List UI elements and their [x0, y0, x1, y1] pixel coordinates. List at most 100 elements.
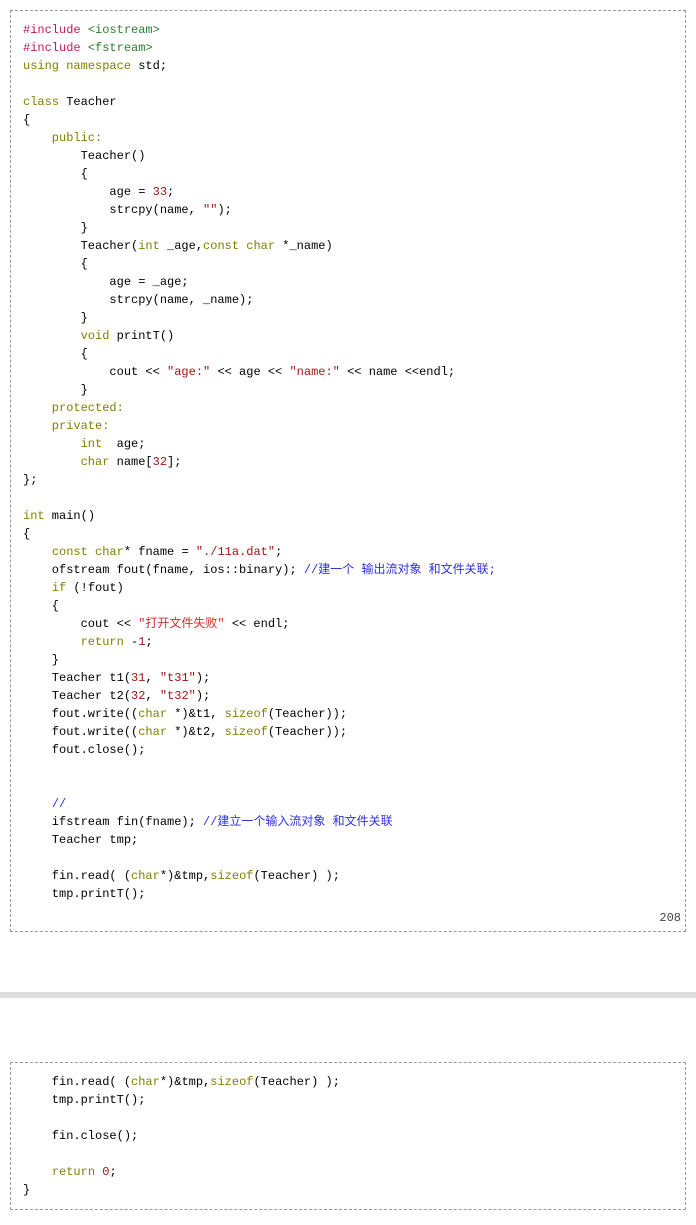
string: "" — [203, 203, 217, 217]
keyword: sizeof — [210, 1075, 253, 1089]
text: strcpy(name, _name); — [23, 293, 253, 307]
text: ]; — [167, 455, 181, 469]
header: <iostream> — [88, 23, 160, 37]
text: *)&t2, — [167, 725, 225, 739]
number: 31 — [131, 671, 145, 685]
keyword: char — [81, 455, 110, 469]
page-number: 208 — [659, 909, 681, 927]
text: } — [23, 383, 88, 397]
text — [23, 455, 81, 469]
keyword: int — [81, 437, 103, 451]
text: *)&tmp, — [160, 1075, 210, 1089]
keyword: namespace — [66, 59, 131, 73]
code-block-2: fin.read( (char*)&tmp,sizeof(Teacher) );… — [10, 1062, 686, 1210]
text: cout << — [23, 365, 167, 379]
keyword: return — [52, 1165, 95, 1179]
text: fin.close(); — [23, 1129, 138, 1143]
keyword: const — [203, 239, 239, 253]
text: , — [145, 671, 159, 685]
text: fout.write(( — [23, 725, 138, 739]
comment: //建一个 输出流对象 和文件关联; — [304, 563, 496, 577]
text: std; — [138, 59, 167, 73]
text: (Teacher)); — [268, 707, 347, 721]
page-break — [10, 932, 686, 1062]
text: Teacher( — [23, 239, 138, 253]
keyword: char — [138, 725, 167, 739]
keyword: char — [138, 707, 167, 721]
access: private: — [23, 419, 109, 433]
text: ; — [109, 1165, 116, 1179]
text: fout.write(( — [23, 707, 138, 721]
text: (Teacher) ); — [253, 1075, 339, 1089]
keyword: char — [95, 545, 124, 559]
text: tmp.printT(); — [23, 1093, 145, 1107]
string: "./11a.dat" — [196, 545, 275, 559]
number: 32 — [131, 689, 145, 703]
text: { — [23, 257, 88, 271]
number: 32 — [153, 455, 167, 469]
keyword: int — [23, 509, 45, 523]
text: }; — [23, 473, 37, 487]
keyword: sizeof — [225, 725, 268, 739]
text: ); — [217, 203, 231, 217]
keyword: return — [81, 635, 124, 649]
keyword: void — [81, 329, 110, 343]
text: << endl; — [225, 617, 290, 631]
keyword: char — [246, 239, 275, 253]
comment: //建立一个输入流对象 和文件关联 — [203, 815, 393, 829]
preprocessor: #include — [23, 41, 81, 55]
keyword: sizeof — [225, 707, 268, 721]
text — [23, 437, 81, 451]
text: age = — [23, 185, 153, 199]
text — [23, 1165, 52, 1179]
text: ifstream fin(fname); — [23, 815, 203, 829]
text: *)&tmp, — [160, 869, 210, 883]
string: "t31" — [160, 671, 196, 685]
text: Teacher() — [23, 149, 145, 163]
text: { — [23, 599, 59, 613]
text: } — [23, 653, 59, 667]
keyword: class — [23, 95, 59, 109]
text: name[ — [109, 455, 152, 469]
keyword: char — [131, 1075, 160, 1089]
text: *_name) — [275, 239, 333, 253]
text: << age << — [210, 365, 289, 379]
number: 33 — [153, 185, 167, 199]
text: { — [23, 347, 88, 361]
text: *)&t1, — [167, 707, 225, 721]
text: printT() — [109, 329, 174, 343]
text: { — [23, 167, 88, 181]
text: Teacher tmp; — [23, 833, 138, 847]
text: * fname = — [124, 545, 196, 559]
keyword: sizeof — [210, 869, 253, 883]
text: _age, — [160, 239, 203, 253]
keyword: using — [23, 59, 59, 73]
text — [23, 329, 81, 343]
keyword: const — [52, 545, 88, 559]
text — [23, 581, 52, 595]
text — [23, 635, 81, 649]
text: ; — [275, 545, 282, 559]
comment: // — [52, 797, 66, 811]
string: "t32" — [160, 689, 196, 703]
text: ; — [167, 185, 174, 199]
string: "age:" — [167, 365, 210, 379]
text: { — [23, 113, 30, 127]
keyword: char — [131, 869, 160, 883]
text: (Teacher) ); — [253, 869, 339, 883]
text: age; — [102, 437, 145, 451]
text: } — [23, 221, 88, 235]
text: fout.close(); — [23, 743, 145, 757]
text: cout << — [23, 617, 138, 631]
keyword: if — [52, 581, 66, 595]
access: public: — [23, 131, 102, 145]
text: , — [145, 689, 159, 703]
text: { — [23, 527, 30, 541]
text: fin.read( ( — [23, 1075, 131, 1089]
text: } — [23, 311, 88, 325]
string: "name:" — [289, 365, 339, 379]
text: << name <<endl; — [340, 365, 455, 379]
text: } — [23, 1183, 30, 1197]
access: protected: — [23, 401, 124, 415]
text: ); — [196, 689, 210, 703]
